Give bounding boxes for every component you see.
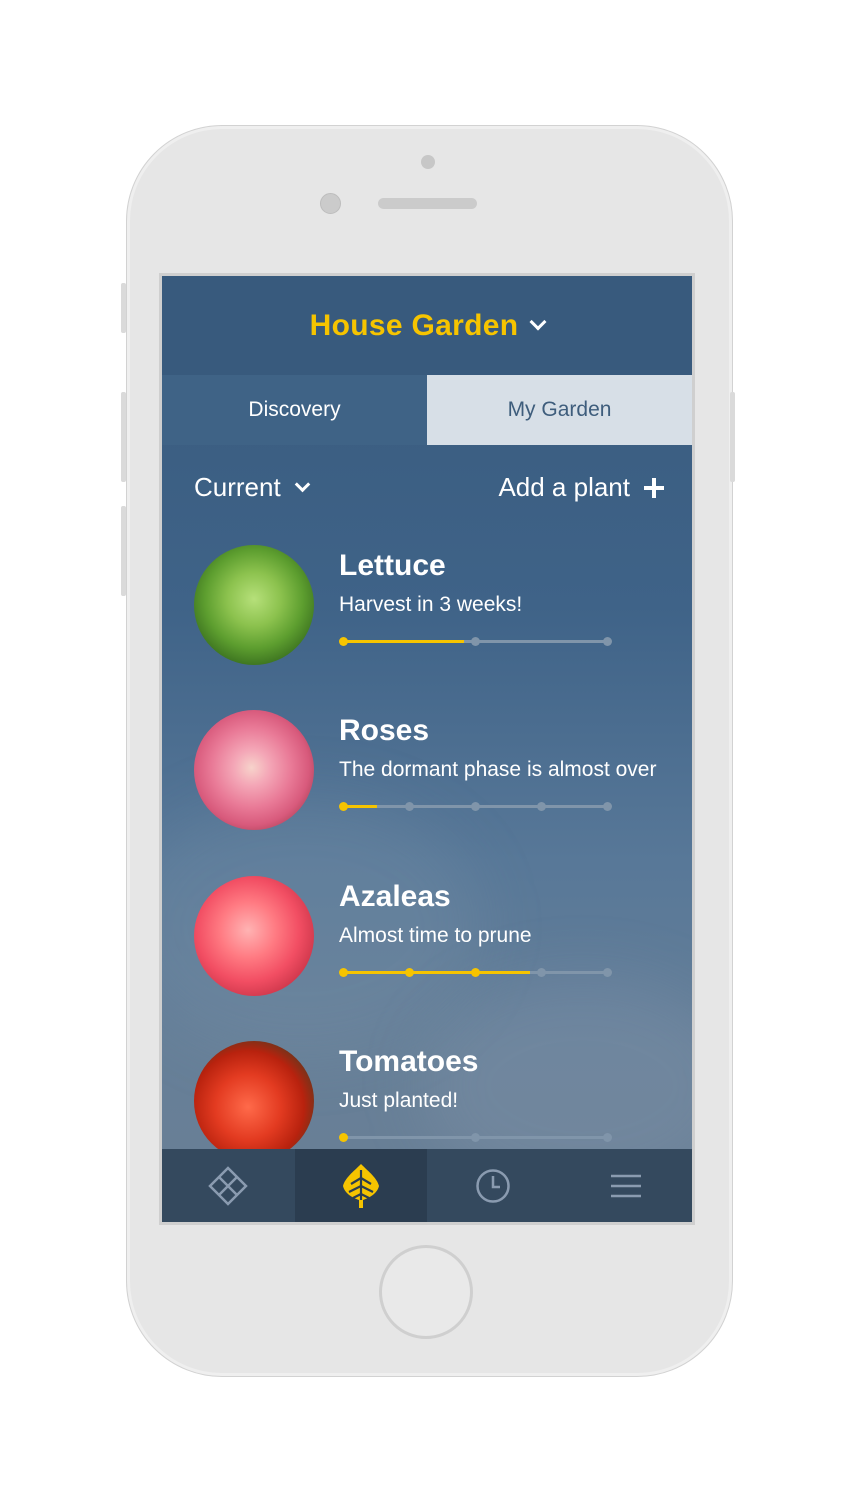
progress-stage-dot: [339, 1133, 348, 1142]
tomatoes-photo: [194, 1041, 314, 1161]
lettuce-photo: [194, 545, 314, 665]
tabbar-item-history[interactable]: [427, 1149, 560, 1222]
filter-label: Current: [194, 472, 281, 502]
plant-name: Azaleas: [339, 880, 451, 913]
progress-stage-dot: [471, 637, 480, 646]
tab-discovery[interactable]: Discovery: [162, 375, 427, 445]
plant-status: Harvest in 3 weeks!: [339, 593, 523, 616]
plant-name: Tomatoes: [339, 1045, 479, 1078]
progress-fill: [343, 805, 378, 808]
plant-status: The dormant phase is almost over: [339, 758, 657, 781]
plus-icon: [644, 477, 664, 498]
progress-stage-dot: [405, 968, 414, 977]
leaf-icon: [342, 1163, 379, 1208]
progress-stage-dot: [537, 802, 546, 811]
progress-stage-dot: [405, 802, 414, 811]
progress-stage-dot: [603, 637, 612, 646]
side-button-power: [730, 392, 735, 482]
plant-name: Roses: [339, 714, 430, 747]
plant-status: Almost time to prune: [339, 924, 532, 947]
plant-item-azaleas[interactable]: Azaleas Almost time to prune: [194, 876, 684, 1006]
bottom-tab-bar: [162, 1149, 692, 1222]
progress-fill: [343, 640, 465, 643]
progress-stage-dot: [339, 637, 348, 646]
proximity-sensor: [421, 155, 435, 169]
tabbar-item-garden[interactable]: [294, 1149, 427, 1222]
filter-dropdown[interactable]: Current: [194, 472, 310, 503]
tabbar-item-discover[interactable]: [162, 1149, 295, 1222]
front-camera: [320, 193, 341, 214]
garden-selector[interactable]: House Garden: [162, 276, 692, 375]
tabbar-item-menu[interactable]: [560, 1149, 693, 1222]
progress-stage-dot: [603, 802, 612, 811]
list-toolbar: Current Add a plant: [194, 472, 664, 512]
azaleas-photo: [194, 876, 314, 996]
side-button-volume-up: [121, 392, 126, 482]
add-plant-label: Add a plant: [498, 472, 630, 502]
growth-progress: [339, 968, 612, 978]
progress-stage-dot: [471, 1133, 480, 1142]
progress-fill: [343, 971, 531, 974]
progress-stage-dot: [603, 968, 612, 977]
menu-icon: [610, 1174, 641, 1197]
progress-stage-dot: [603, 1133, 612, 1142]
growth-progress: [339, 637, 612, 647]
plant-item-roses[interactable]: Roses The dormant phase is almost over: [194, 710, 684, 840]
side-button-volume-down: [121, 506, 126, 596]
clock-icon: [476, 1168, 510, 1203]
progress-stage-dot: [339, 968, 348, 977]
plant-status: Just planted!: [339, 1089, 459, 1112]
roses-photo: [194, 710, 314, 830]
app-screen: House Garden Discovery My Garden Current…: [159, 273, 695, 1225]
growth-progress: [339, 1133, 612, 1143]
growth-progress: [339, 802, 612, 812]
progress-stage-dot: [339, 802, 348, 811]
chevron-down-icon: [294, 476, 310, 493]
progress-stage-dot: [471, 968, 480, 977]
segment-tabs: Discovery My Garden: [162, 375, 692, 445]
progress-stage-dot: [537, 968, 546, 977]
home-button[interactable]: [379, 1245, 473, 1339]
earpiece-speaker: [378, 198, 477, 209]
add-plant-button[interactable]: Add a plant: [498, 472, 664, 503]
chevron-down-icon: [529, 313, 547, 330]
side-button-silent: [121, 283, 126, 333]
diamond-grid-icon: [208, 1165, 249, 1206]
plant-name: Lettuce: [339, 549, 446, 582]
plant-item-lettuce[interactable]: Lettuce Harvest in 3 weeks!: [194, 545, 684, 675]
page-title: House Garden: [309, 308, 519, 342]
progress-stage-dot: [471, 802, 480, 811]
tab-my-garden[interactable]: My Garden: [427, 375, 692, 445]
